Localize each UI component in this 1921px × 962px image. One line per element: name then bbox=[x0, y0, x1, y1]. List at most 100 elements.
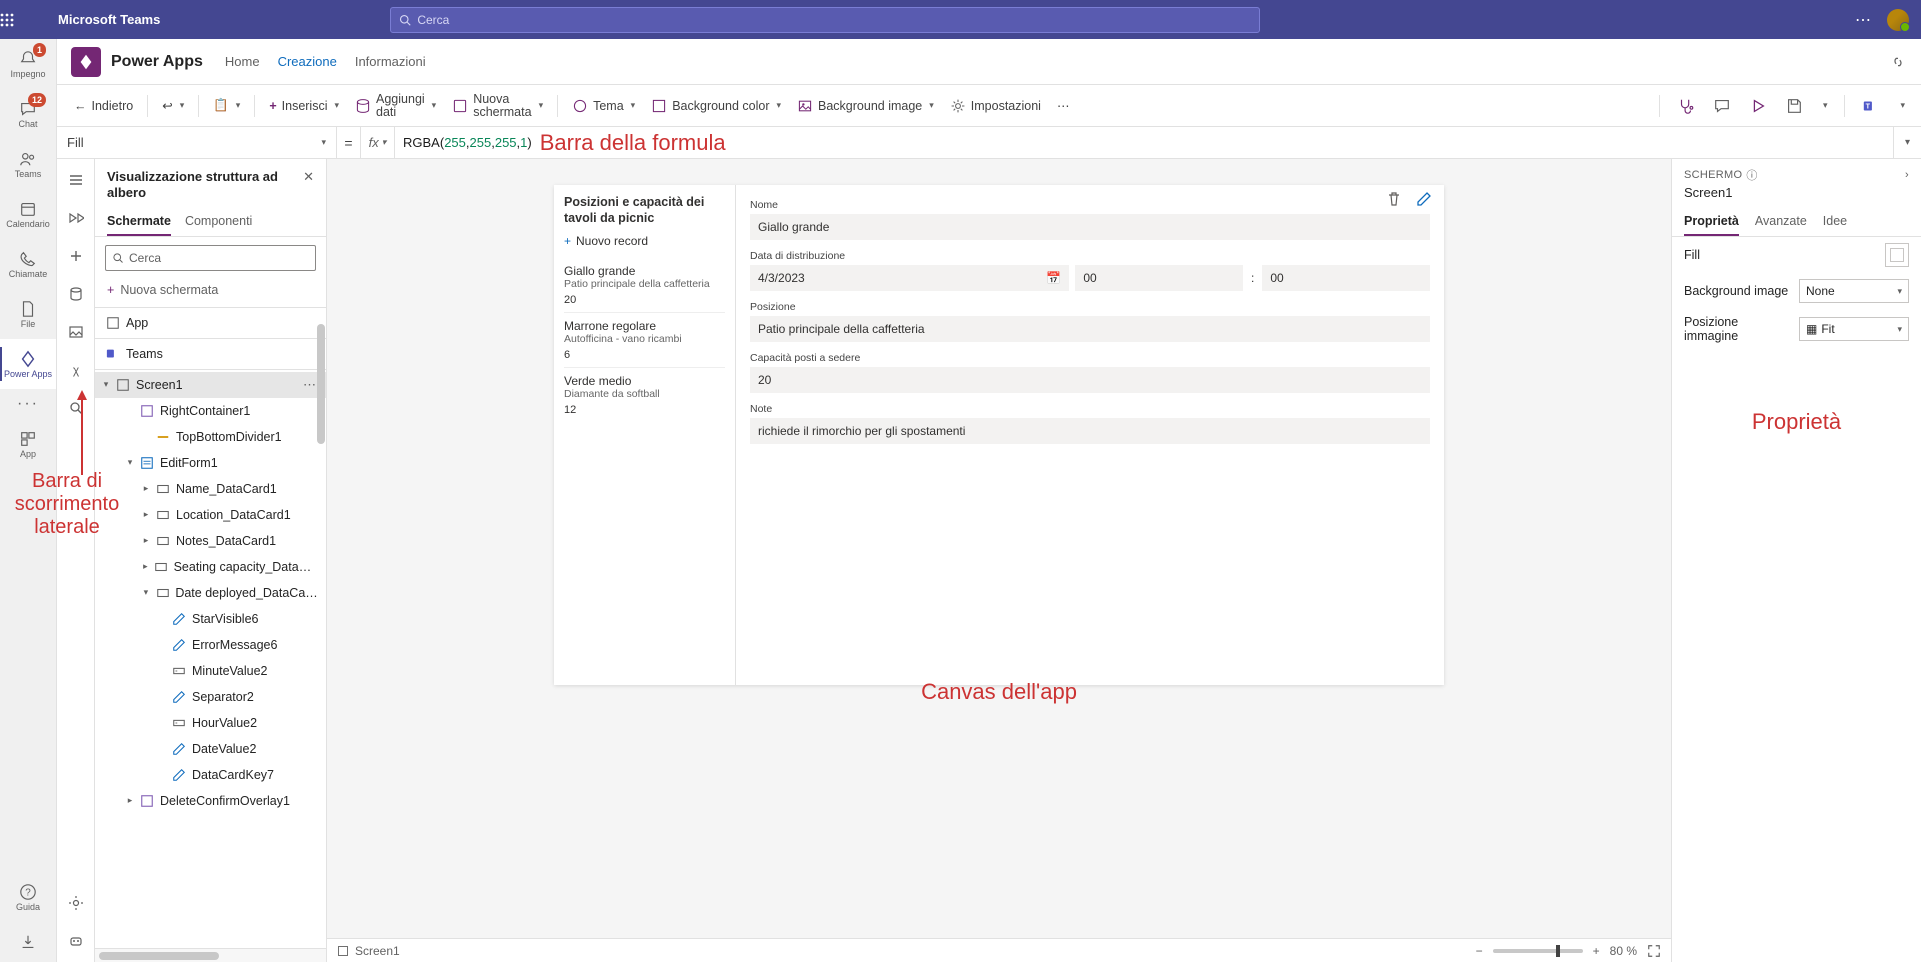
edit-icon[interactable] bbox=[1416, 191, 1432, 207]
tree-node[interactable]: ErrorMessage6 bbox=[95, 632, 326, 658]
formula-input[interactable]: RGBA(255, 255, 255, 1) Barra della formu… bbox=[395, 127, 1893, 158]
tree-node[interactable]: TopBottomDivider1 bbox=[95, 424, 326, 450]
new-screen-button[interactable]: +Nuova schermata bbox=[95, 279, 326, 305]
fill-color-picker[interactable] bbox=[1885, 243, 1909, 267]
tree-node[interactable]: ▸Location_DataCard1 bbox=[95, 502, 326, 528]
settings-button[interactable]: Impostazioni bbox=[943, 93, 1048, 119]
tree-node[interactable]: DataCardKey7 bbox=[95, 762, 326, 788]
property-selector[interactable]: Fill▾ bbox=[57, 127, 337, 158]
variables-icon[interactable]: χ bbox=[63, 357, 89, 383]
toggle-icon[interactable]: ▸ bbox=[139, 509, 153, 520]
toggle-icon[interactable]: ▾ bbox=[139, 587, 153, 598]
undo-button[interactable]: ↩▾ bbox=[155, 93, 191, 118]
app-canvas[interactable]: Posizioni e capacità dei tavoli da picni… bbox=[554, 185, 1444, 685]
zoom-in-button[interactable]: + bbox=[1593, 944, 1600, 958]
theme-button[interactable]: Tema▾ bbox=[565, 93, 642, 119]
tab-proprieta[interactable]: Proprietà bbox=[1684, 208, 1739, 236]
tree-node[interactable]: Separator2 bbox=[95, 684, 326, 710]
new-record-button[interactable]: +Nuovo record bbox=[564, 234, 725, 248]
fit-screen-button[interactable] bbox=[1647, 944, 1661, 958]
rail-more[interactable]: ··· bbox=[0, 389, 56, 419]
ribbon-more[interactable]: ⋯ bbox=[1050, 93, 1077, 118]
play-button[interactable] bbox=[1743, 92, 1773, 120]
comment-icon[interactable] bbox=[1707, 92, 1737, 120]
minute-field[interactable]: 00 bbox=[1262, 265, 1430, 291]
rail-help[interactable]: ? Guida bbox=[0, 872, 56, 922]
tree-node-app[interactable]: App bbox=[95, 310, 326, 336]
notes-field[interactable]: richiede il rimorchio per gli spostament… bbox=[750, 418, 1430, 444]
tab-componenti[interactable]: Componenti bbox=[185, 208, 252, 236]
rail-download[interactable] bbox=[0, 922, 56, 962]
tree-node[interactable]: DateValue2 bbox=[95, 736, 326, 762]
back-button[interactable]: ← Indietro bbox=[67, 94, 140, 118]
rail-chat[interactable]: 12 Chat bbox=[0, 89, 56, 139]
toggle-icon[interactable]: ▸ bbox=[123, 795, 137, 806]
tree-search-input[interactable]: Cerca bbox=[105, 245, 316, 271]
nome-field[interactable]: Giallo grande bbox=[750, 214, 1430, 240]
tab-avanzate[interactable]: Avanzate bbox=[1755, 208, 1807, 236]
tree-node[interactable]: HourValue2 bbox=[95, 710, 326, 736]
avatar[interactable] bbox=[1887, 9, 1909, 31]
media-pane-icon[interactable] bbox=[63, 319, 89, 345]
toggle-icon[interactable]: ▸ bbox=[139, 483, 153, 494]
tab-creazione[interactable]: Creazione bbox=[278, 54, 337, 69]
position-field[interactable]: Patio principale della caffetteria bbox=[750, 316, 1430, 342]
tree-scrollbar-horizontal[interactable] bbox=[95, 948, 326, 962]
tree-node[interactable]: ▾Date deployed_DataCard3 bbox=[95, 580, 326, 606]
tree-node-teams[interactable]: Teams bbox=[95, 341, 326, 367]
delete-icon[interactable] bbox=[1386, 191, 1402, 207]
save-button[interactable] bbox=[1779, 92, 1809, 120]
rail-activity[interactable]: 1 Impegno bbox=[0, 39, 56, 89]
tab-home[interactable]: Home bbox=[225, 54, 260, 69]
paste-button[interactable]: 📋▾ bbox=[206, 93, 247, 118]
image-position-dropdown[interactable]: ▦Fit▾ bbox=[1799, 317, 1909, 341]
chevron-right-icon[interactable]: › bbox=[1905, 169, 1909, 181]
close-icon[interactable]: ✕ bbox=[303, 169, 314, 185]
tree-node[interactable]: RightContainer1 bbox=[95, 398, 326, 424]
rail-powerapps[interactable]: Power Apps bbox=[0, 339, 56, 389]
publish-teams-button[interactable]: T bbox=[1856, 92, 1886, 120]
data-pane-icon[interactable] bbox=[63, 281, 89, 307]
capacity-field[interactable]: 20 bbox=[750, 367, 1430, 393]
new-screen-button[interactable]: Nuova schermata▾ bbox=[445, 88, 550, 123]
link-icon[interactable] bbox=[1889, 53, 1907, 71]
tab-idee[interactable]: Idee bbox=[1823, 208, 1847, 236]
waffle-icon[interactable] bbox=[0, 13, 50, 27]
tab-schermate[interactable]: Schermate bbox=[107, 208, 171, 236]
tree-node[interactable]: ▾EditForm1 bbox=[95, 450, 326, 476]
add-data-button[interactable]: Aggiungi dati▾ bbox=[348, 88, 443, 123]
insert-pane-icon[interactable] bbox=[63, 243, 89, 269]
insert-button[interactable]: +Inserisci▾ bbox=[262, 94, 346, 118]
bg-color-button[interactable]: Background color▾ bbox=[644, 93, 788, 119]
publish-dropdown[interactable]: ▾ bbox=[1892, 95, 1911, 116]
list-item[interactable]: Verde medioDiamante da softball12 bbox=[564, 367, 725, 422]
rail-teams[interactable]: Teams bbox=[0, 139, 56, 189]
rail-calendar[interactable]: Calendario bbox=[0, 189, 56, 239]
stethoscope-icon[interactable] bbox=[1671, 92, 1701, 120]
list-item[interactable]: Marrone regolareAutofficina - vano ricam… bbox=[564, 312, 725, 367]
tree-node[interactable]: StarVisible6 bbox=[95, 606, 326, 632]
rail-files[interactable]: File bbox=[0, 289, 56, 339]
tree-node[interactable]: ▸Seating capacity_DataCard1 bbox=[95, 554, 326, 580]
date-field[interactable]: 4/3/2023📅 bbox=[750, 265, 1069, 291]
bg-image-button[interactable]: Background image▾ bbox=[790, 93, 941, 119]
zoom-out-button[interactable]: − bbox=[1476, 944, 1483, 958]
formula-expand-button[interactable]: ▾ bbox=[1893, 127, 1921, 158]
chevron-down-icon[interactable]: ▾ bbox=[99, 379, 113, 390]
toggle-icon[interactable]: ▾ bbox=[123, 457, 137, 468]
more-button[interactable]: ⋯ bbox=[1855, 10, 1873, 30]
fx-icon[interactable]: fx▾ bbox=[361, 127, 395, 158]
toggle-icon[interactable]: ▸ bbox=[139, 535, 153, 546]
hour-field[interactable]: 00 bbox=[1075, 265, 1243, 291]
tree-node[interactable]: ▸Name_DataCard1 bbox=[95, 476, 326, 502]
tree-scrollbar-vertical[interactable] bbox=[316, 324, 326, 948]
tab-informazioni[interactable]: Informazioni bbox=[355, 54, 426, 69]
settings-pane-icon[interactable] bbox=[63, 890, 89, 916]
virtual-agent-icon[interactable] bbox=[63, 928, 89, 954]
hamburger-icon[interactable] bbox=[63, 167, 89, 193]
rail-apps[interactable]: App bbox=[0, 419, 56, 469]
zoom-slider[interactable] bbox=[1493, 949, 1583, 953]
search-input[interactable]: Cerca bbox=[390, 7, 1260, 33]
bg-image-dropdown[interactable]: None▾ bbox=[1799, 279, 1909, 303]
tree-node-screen1[interactable]: ▾ Screen1 ⋯ bbox=[95, 372, 326, 398]
